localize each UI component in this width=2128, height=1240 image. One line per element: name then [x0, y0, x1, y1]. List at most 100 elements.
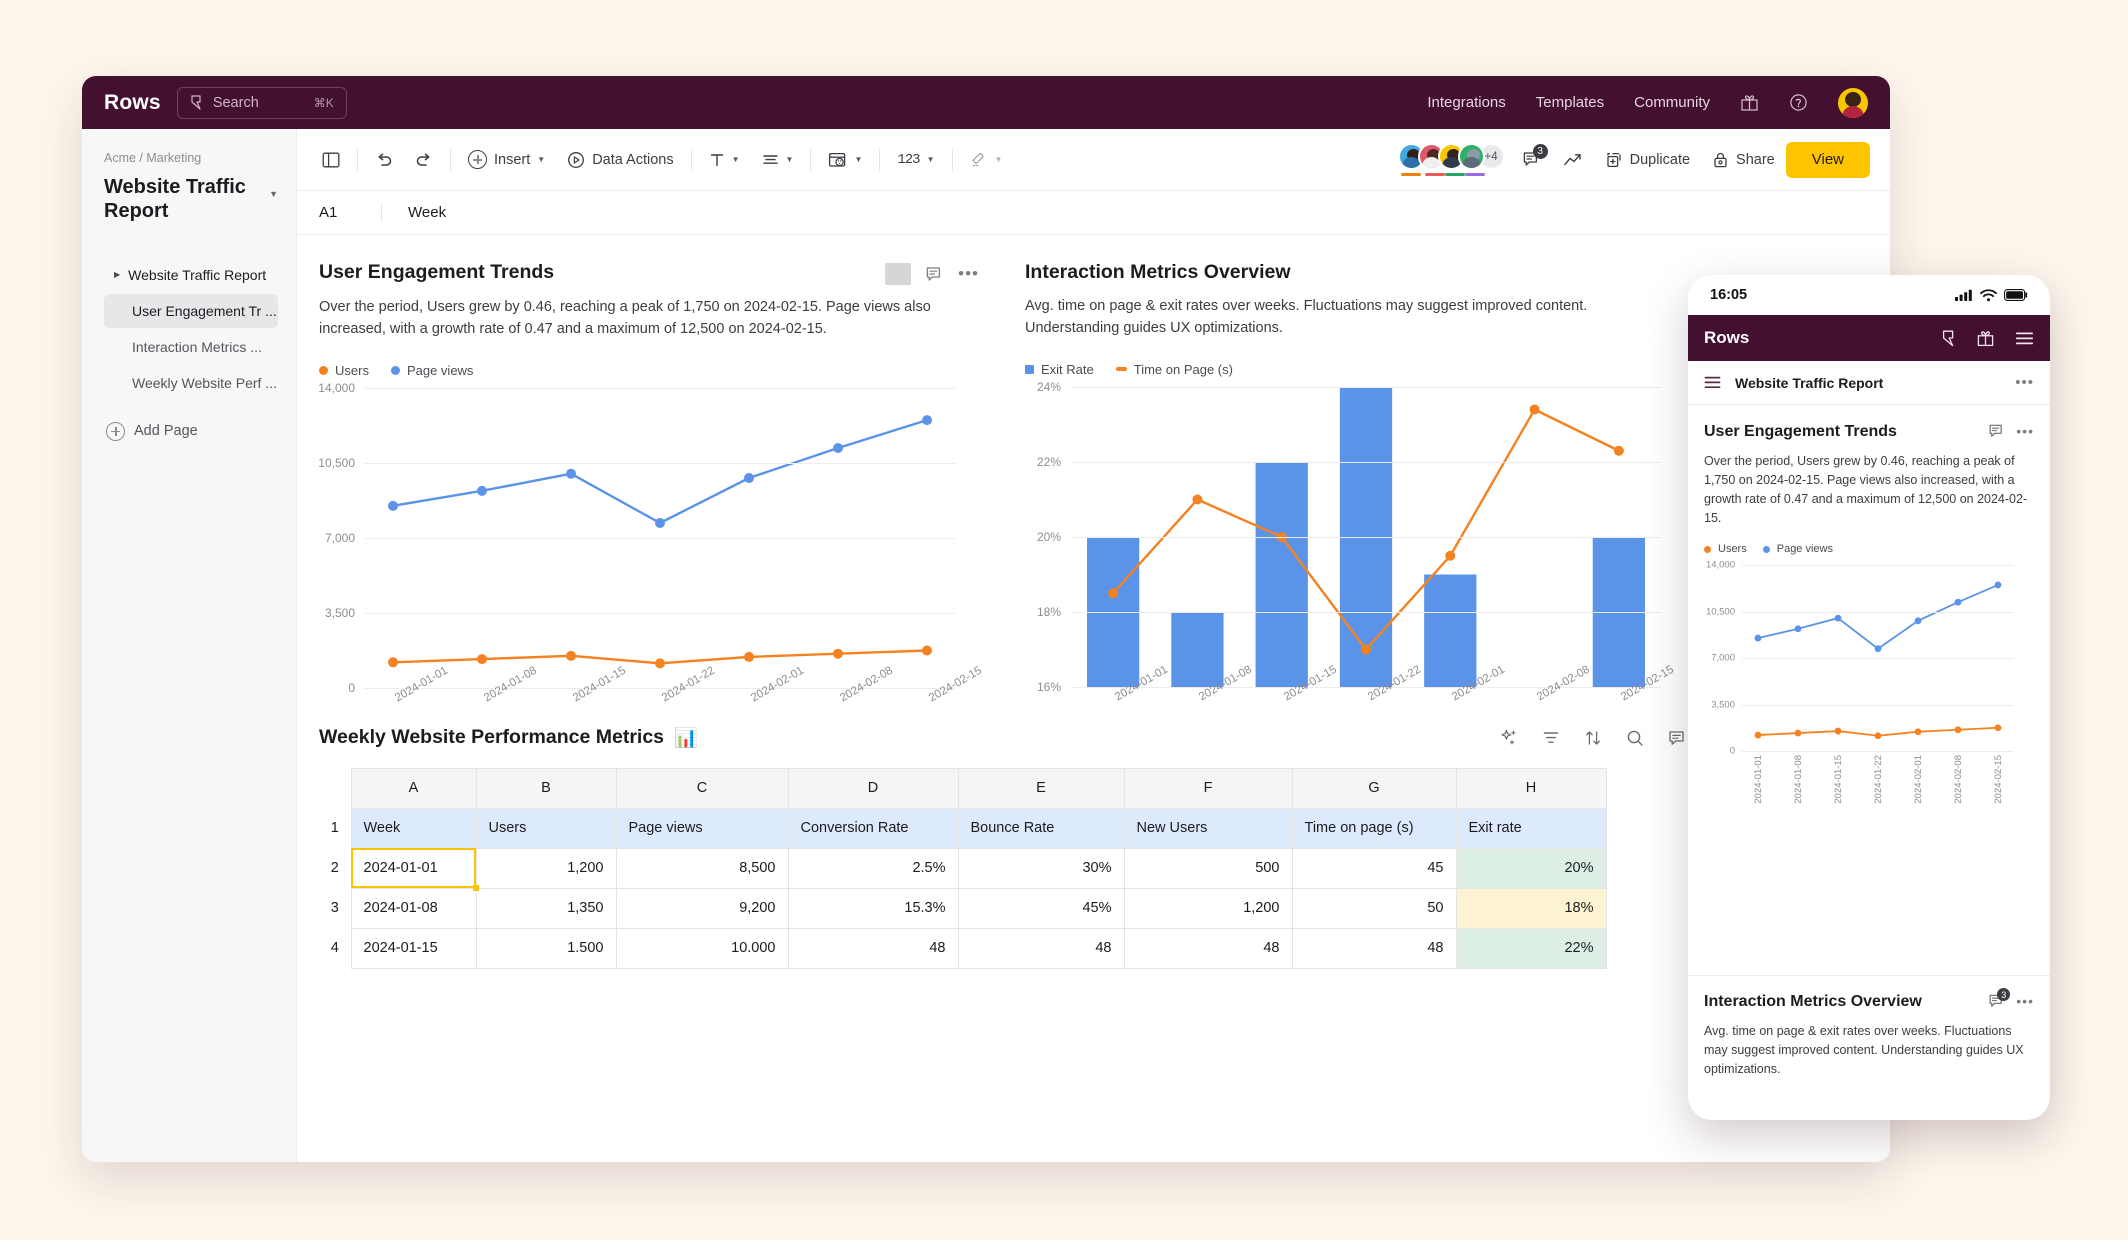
document-canvas[interactable]: User Engagement Trends ••• Over the peri: [297, 235, 1890, 1162]
avatar[interactable]: [1457, 143, 1485, 170]
view-button[interactable]: View: [1785, 141, 1870, 178]
text-format-icon[interactable]: ▼: [698, 143, 751, 177]
data-point[interactable]: [1954, 598, 1962, 606]
spreadsheet-grid[interactable]: A B C D E F G H 1 Week Users Page views …: [319, 767, 1607, 969]
data-point[interactable]: [1834, 614, 1842, 622]
cell-h2[interactable]: 20%: [1455, 847, 1607, 889]
cell-f4[interactable]: 48: [1123, 927, 1293, 969]
legend-item-page-views[interactable]: Page views: [1762, 543, 1833, 555]
more-options-icon[interactable]: •••: [958, 265, 979, 282]
data-point[interactable]: [1874, 732, 1882, 740]
data-point[interactable]: [1914, 617, 1922, 625]
more-options-icon[interactable]: •••: [2016, 993, 2034, 1008]
data-point[interactable]: [1914, 728, 1922, 736]
data-point[interactable]: [655, 517, 665, 528]
cell-f2[interactable]: 500: [1123, 847, 1293, 889]
cell-b3[interactable]: 1,350: [475, 887, 617, 929]
redo-icon[interactable]: [404, 143, 444, 177]
collaborator-avatars[interactable]: +4: [1397, 143, 1511, 176]
number-format-icon[interactable]: 123 ▼: [886, 143, 945, 177]
cell-g2[interactable]: 45: [1291, 847, 1457, 889]
cell-a3[interactable]: 2024-01-08: [350, 887, 477, 929]
legend-item-page-views[interactable]: Page views: [390, 363, 473, 378]
clear-format-icon[interactable]: ▼: [959, 143, 1014, 177]
data-point[interactable]: [1108, 587, 1119, 598]
data-point[interactable]: [833, 442, 843, 453]
header-cell[interactable]: New Users: [1123, 807, 1293, 849]
comment-icon[interactable]: [1988, 423, 2004, 439]
row-number[interactable]: 2: [319, 848, 351, 888]
bar-chart[interactable]: 16% 18% 20% 22% 24% 2024-01-01 2024-01-08 2024…: [1037, 380, 1676, 703]
search-input[interactable]: Search ⌘K: [176, 86, 347, 119]
insert-button[interactable]: Insert ▼: [457, 143, 556, 177]
legend-item-time-on-page[interactable]: Time on Page (s): [1115, 362, 1233, 377]
data-point[interactable]: [1361, 644, 1371, 654]
help-circle-icon[interactable]: [1789, 93, 1808, 112]
cell-h3[interactable]: 18%: [1455, 887, 1607, 929]
data-point[interactable]: [922, 645, 932, 655]
cell-d2[interactable]: 2.5%: [787, 847, 959, 889]
data-point[interactable]: [1794, 625, 1802, 633]
data-point[interactable]: [833, 648, 843, 659]
bar[interactable]: [1255, 461, 1308, 687]
data-point[interactable]: [566, 468, 576, 479]
column-header-g[interactable]: G: [1291, 767, 1457, 809]
data-point[interactable]: [477, 485, 487, 496]
data-point[interactable]: [1529, 404, 1540, 414]
phone-line-chart[interactable]: 0 3,500 7,000 10,500 14,000 2024-01-01 2024-0…: [1706, 560, 2014, 804]
nav-community[interactable]: Community: [1634, 94, 1710, 111]
data-point[interactable]: [388, 656, 398, 667]
color-swatch[interactable]: [885, 263, 912, 285]
trend-up-icon[interactable]: [1552, 143, 1594, 177]
cell-f3[interactable]: 1,200: [1123, 887, 1293, 929]
line-chart[interactable]: 0 3,500 7,000 10,500 14,000 2024-01-01 2024-0…: [318, 381, 984, 704]
data-point[interactable]: [1994, 724, 2002, 732]
data-point[interactable]: [1794, 729, 1802, 737]
column-header-h[interactable]: H: [1455, 767, 1607, 809]
data-point[interactable]: [1754, 634, 1762, 642]
cell-h4[interactable]: 22%: [1455, 927, 1607, 969]
data-point[interactable]: [1613, 445, 1624, 456]
header-cell[interactable]: Time on page (s): [1291, 807, 1457, 849]
data-point[interactable]: [1834, 727, 1842, 735]
row-number[interactable]: 3: [319, 888, 351, 928]
cell-d4[interactable]: 48: [787, 927, 959, 969]
header-cell[interactable]: Week: [350, 807, 477, 849]
data-point[interactable]: [1994, 581, 2002, 589]
comment-icon[interactable]: [1667, 728, 1687, 748]
chevron-right-icon[interactable]: ▶: [114, 270, 120, 279]
gift-icon[interactable]: [1976, 329, 1995, 347]
cell-d3[interactable]: 15.3%: [787, 887, 959, 929]
cell-a4[interactable]: 2024-01-15: [350, 927, 477, 969]
hamburger-menu-icon[interactable]: [2015, 331, 2034, 346]
header-cell[interactable]: Bounce Rate: [957, 807, 1125, 849]
cell-e3[interactable]: 45%: [957, 887, 1125, 929]
comment-icon[interactable]: [925, 265, 944, 284]
nav-templates[interactable]: Templates: [1536, 94, 1604, 111]
phone-doc-row[interactable]: Website Traffic Report •••: [1688, 361, 2050, 405]
sidebar-item-user-engagement-trends[interactable]: User Engagement Tr ...: [104, 293, 278, 328]
align-icon[interactable]: ▼: [751, 143, 805, 177]
chevron-down-icon[interactable]: ▼: [269, 189, 278, 199]
legend-item-exit-rate[interactable]: Exit Rate: [1025, 362, 1094, 377]
cell-c3[interactable]: 9,200: [615, 887, 789, 929]
doc-menu-icon[interactable]: [1704, 376, 1721, 389]
cell-b4[interactable]: 1.500: [475, 927, 617, 969]
gift-icon[interactable]: [1740, 93, 1759, 112]
column-header-b[interactable]: B: [475, 767, 617, 809]
data-point[interactable]: [922, 414, 932, 425]
data-point[interactable]: [655, 657, 665, 668]
row-number[interactable]: 4: [319, 928, 351, 968]
cell-g4[interactable]: 48: [1291, 927, 1457, 969]
header-cell[interactable]: Users: [475, 807, 617, 849]
cell-c4[interactable]: 10.000: [615, 927, 789, 969]
comments-button[interactable]: 3: [1511, 143, 1552, 177]
sidebar-item-weekly-website-perf[interactable]: Weekly Website Perf ...: [104, 366, 278, 400]
data-point[interactable]: [1954, 726, 1962, 734]
column-header-a[interactable]: A: [350, 767, 477, 809]
data-point[interactable]: [1445, 550, 1456, 561]
formula-input[interactable]: Week: [408, 204, 446, 221]
row-number[interactable]: 1: [319, 808, 351, 848]
cell-b2[interactable]: 1,200: [475, 847, 617, 889]
nav-integrations[interactable]: Integrations: [1427, 94, 1505, 111]
